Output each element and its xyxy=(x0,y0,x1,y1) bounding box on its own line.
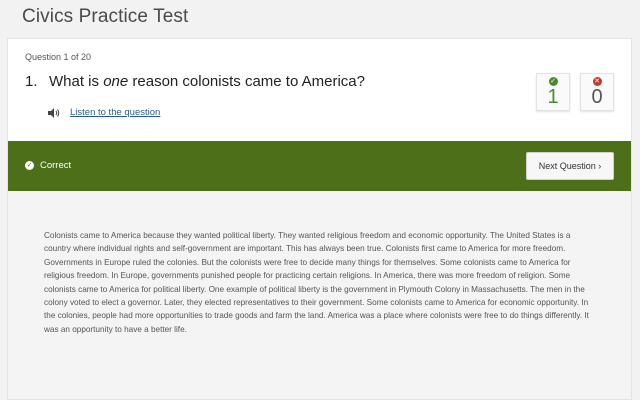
page-title: Civics Practice Test xyxy=(22,6,189,27)
correct-score-box: ✓ 1 xyxy=(536,73,570,111)
question-counter: Question 1 of 20 xyxy=(25,52,92,62)
incorrect-count: 0 xyxy=(591,86,603,108)
question-text-emphasis: one xyxy=(103,73,129,90)
cross-icon: ✕ xyxy=(592,77,602,86)
result-status-label: Correct xyxy=(40,160,72,171)
question-number: 1. xyxy=(25,73,38,90)
result-status: ✓ Correct xyxy=(25,160,71,171)
question-text: 1. What is one reason colonists came to A… xyxy=(25,73,365,90)
listen-to-question-link[interactable]: Listen to the question xyxy=(48,107,160,118)
next-question-button[interactable]: Next Question › xyxy=(526,152,614,180)
explanation-panel: Colonists came to America because they w… xyxy=(8,191,631,399)
correct-count: 1 xyxy=(547,86,559,108)
question-text-start: What is xyxy=(49,73,104,90)
question-text-end: reason colonists came to America? xyxy=(128,73,365,90)
result-banner: ✓ Correct Next Question › xyxy=(8,141,631,191)
check-icon: ✓ xyxy=(548,77,558,86)
question-card: Question 1 of 20 1. What is one reason co… xyxy=(7,38,632,400)
listen-link-label[interactable]: Listen to the question xyxy=(70,107,160,118)
check-circle-icon: ✓ xyxy=(25,161,34,170)
speaker-icon xyxy=(48,107,60,118)
explanation-text: Colonists came to America because they w… xyxy=(44,231,589,334)
incorrect-score-box: ✕ 0 xyxy=(580,73,614,111)
